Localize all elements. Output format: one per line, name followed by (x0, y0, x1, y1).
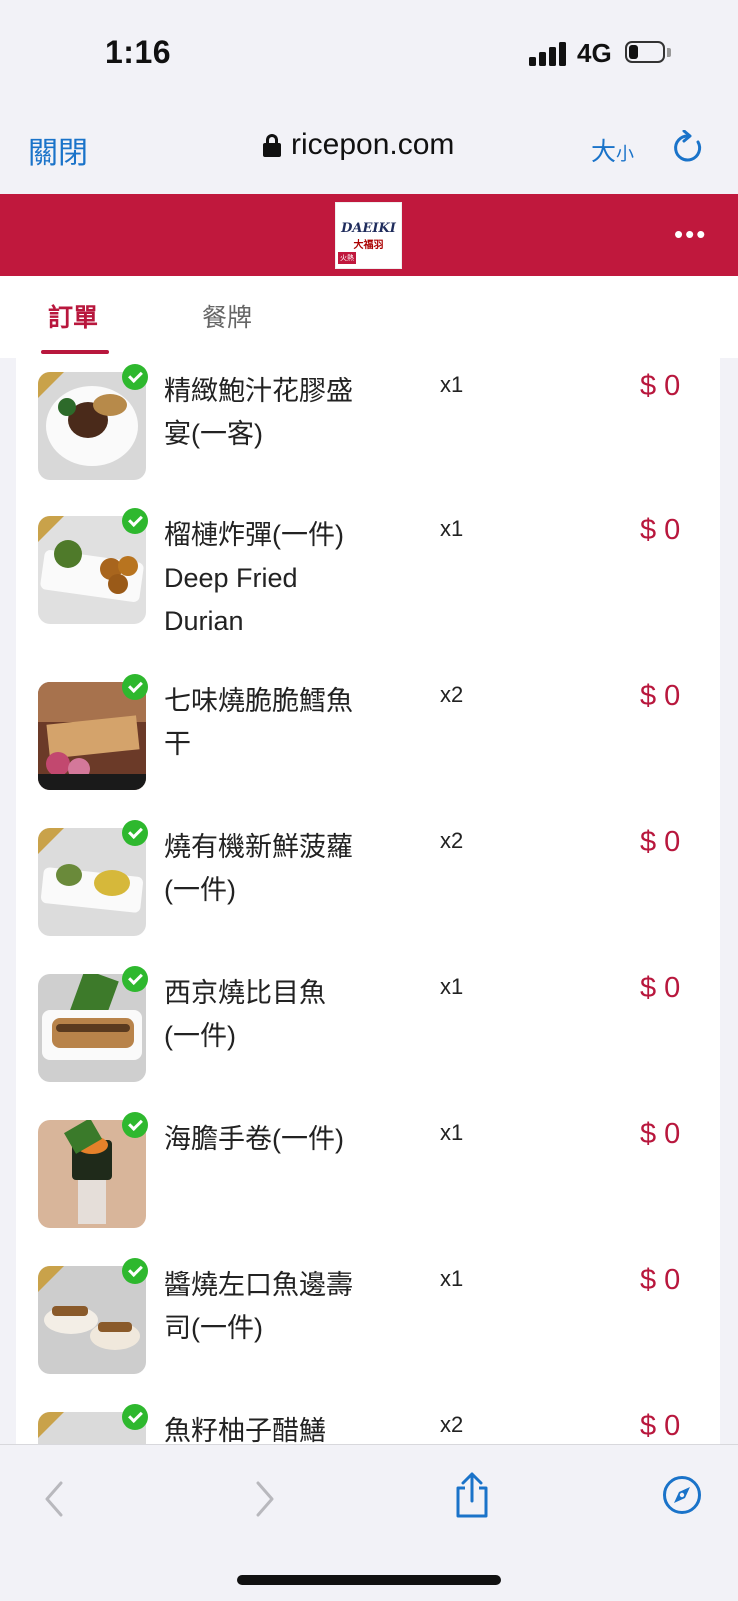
list-item[interactable]: 七味燒脆脆鱈魚干 x2 $ 0 (16, 668, 720, 814)
item-name: 榴槤炸彈(一件) Deep Fried Durian (164, 520, 344, 636)
close-button[interactable]: 關閉 (28, 128, 88, 172)
logo-text: DAEIKI (341, 220, 396, 236)
list-item[interactable]: 精緻鮑汁花膠盛宴(一客) x1 $ 0 (16, 358, 720, 504)
text-size-button[interactable]: 大小 (591, 132, 634, 168)
selected-check-icon (122, 966, 148, 992)
status-bar: 1:16 4G (0, 0, 738, 108)
active-tab-indicator (41, 350, 109, 354)
reload-icon[interactable] (672, 130, 704, 164)
item-price: $ 0 (640, 680, 681, 712)
browser-top-bar: 關閉 ricepon.com 大小 (0, 108, 738, 194)
list-item[interactable]: 燒有機新鮮菠蘿(一件) x2 $ 0 (16, 814, 720, 960)
forward-icon[interactable] (255, 1481, 275, 1517)
url-text: ricepon.com (291, 128, 455, 161)
network-type: 4G (577, 38, 612, 68)
list-item[interactable]: 魚籽柚子醋鱔 x2 $ 0 (16, 1398, 720, 1444)
item-name: 七味燒脆脆鱈魚干 (164, 686, 353, 759)
item-name: 燒有機新鮮菠蘿(一件) (164, 832, 353, 905)
tab-bar: 訂單 餐牌 (0, 276, 738, 358)
tab-orders[interactable]: 訂單 (48, 298, 98, 334)
item-qty: x1 (440, 974, 464, 999)
item-name: 醬燒左口魚邊壽司(一件) (164, 1270, 353, 1343)
logo-tag: 火熱 (338, 252, 356, 264)
item-price: $ 0 (640, 1410, 681, 1442)
item-price: $ 0 (640, 1118, 681, 1150)
share-icon[interactable] (454, 1471, 490, 1519)
battery-icon (625, 41, 671, 65)
selected-check-icon (122, 1404, 148, 1430)
restaurant-logo: DAEIKI 大福羽 火熱 (335, 202, 402, 269)
status-time: 1:16 (105, 34, 172, 70)
item-name: 海膽手卷(一件) (164, 1124, 344, 1154)
item-price: $ 0 (640, 514, 681, 546)
item-qty: x2 (440, 682, 464, 707)
selected-check-icon (122, 508, 148, 534)
item-qty: x1 (440, 516, 464, 541)
list-item[interactable]: 榴槤炸彈(一件) Deep Fried Durian x1 $ 0 (16, 502, 720, 648)
more-menu-icon[interactable]: ••• (674, 221, 707, 247)
signal-icon (529, 42, 567, 66)
selected-check-icon (122, 820, 148, 846)
home-indicator[interactable] (237, 1575, 501, 1585)
item-price: $ 0 (640, 826, 681, 858)
item-name: 魚籽柚子醋鱔 (164, 1416, 326, 1444)
text-size-small: 小 (616, 144, 635, 164)
selected-check-icon (122, 674, 148, 700)
tab-menu[interactable]: 餐牌 (202, 298, 252, 334)
item-price: $ 0 (640, 1264, 681, 1296)
item-qty: x1 (440, 1120, 464, 1145)
list-item[interactable]: 醬燒左口魚邊壽司(一件) x1 $ 0 (16, 1252, 720, 1398)
text-size-big: 大 (591, 138, 617, 166)
compass-icon[interactable] (662, 1475, 702, 1515)
order-list[interactable]: 精緻鮑汁花膠盛宴(一客) x1 $ 0 榴槤炸彈(一件) Deep Fried … (16, 358, 720, 1444)
selected-check-icon (122, 1112, 148, 1138)
item-name: 精緻鮑汁花膠盛宴(一客) (164, 376, 353, 449)
item-qty: x1 (440, 372, 464, 397)
item-price: $ 0 (640, 972, 681, 1004)
selected-check-icon (122, 1258, 148, 1284)
list-item[interactable]: 西京燒比目魚(一件) x1 $ 0 (16, 960, 720, 1106)
list-item[interactable]: 海膽手卷(一件) x1 $ 0 (16, 1106, 720, 1252)
item-price: $ 0 (640, 370, 681, 402)
back-icon[interactable] (44, 1481, 64, 1517)
item-qty: x2 (440, 1412, 464, 1437)
item-qty: x1 (440, 1266, 464, 1291)
logo-subtitle: 大福羽 (353, 239, 384, 251)
item-qty: x2 (440, 828, 464, 853)
selected-check-icon (122, 364, 148, 390)
app-header: DAEIKI 大福羽 火熱 ••• (0, 194, 738, 276)
lock-icon (263, 134, 281, 157)
item-name: 西京燒比目魚(一件) (164, 978, 326, 1051)
address-bar[interactable]: ricepon.com (263, 128, 454, 162)
